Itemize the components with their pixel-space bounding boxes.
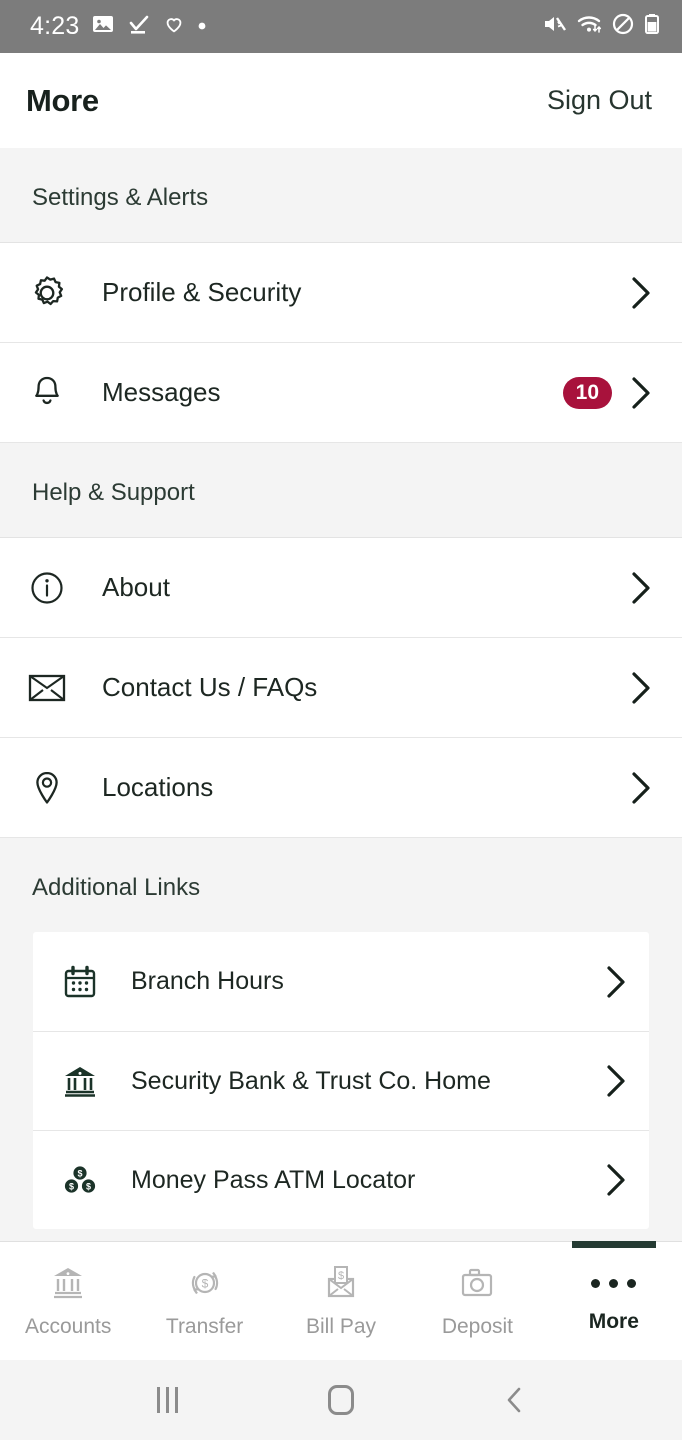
list-item-atm-locator[interactable]: $ $ $ Money Pass ATM Locator: [33, 1130, 649, 1229]
status-bar-left: 4:23: [30, 12, 207, 41]
coins-dollar-icon: $ $ $: [61, 1161, 113, 1199]
list-item-profile-security[interactable]: Profile & Security: [0, 243, 682, 343]
ellipsis-icon: [591, 1268, 637, 1298]
download-complete-icon: [127, 12, 151, 41]
list-item-label: Money Pass ATM Locator: [131, 1165, 416, 1194]
chevron-right-icon: [605, 1163, 627, 1197]
list-item-branch-hours[interactable]: Branch Hours: [33, 932, 649, 1031]
chevron-right-icon: [630, 671, 652, 705]
svg-text:$: $: [201, 1276, 208, 1290]
active-tab-indicator: [571, 1241, 656, 1248]
info-circle-icon: [26, 567, 82, 609]
envelope-icon: [26, 670, 82, 706]
list-item-label: Locations: [102, 772, 214, 802]
tab-more[interactable]: More: [546, 1241, 682, 1360]
tab-transfer[interactable]: $ Transfer: [136, 1242, 272, 1360]
list-item-label: Messages: [102, 377, 221, 407]
additional-links-card: Branch Hours Security Bank & Trust Co. H…: [33, 932, 649, 1229]
bank-icon: [61, 1062, 113, 1100]
chevron-right-icon: [630, 771, 652, 805]
sign-out-button[interactable]: Sign Out: [547, 85, 652, 116]
list-item-label: Contact Us / FAQs: [102, 672, 318, 702]
bell-icon: [26, 372, 82, 414]
envelope-dollar-icon: $: [327, 1266, 355, 1298]
svg-text:$: $: [69, 1182, 74, 1192]
mute-icon: [541, 12, 567, 41]
section-header-settings-alerts: Settings & Alerts: [0, 148, 682, 243]
android-nav-bar: [0, 1360, 682, 1440]
bank-icon: [54, 1268, 83, 1299]
status-bar-right: [541, 12, 660, 41]
list-item-label: Security Bank & Trust Co. Home: [131, 1066, 491, 1095]
chevron-right-icon: [630, 276, 652, 310]
tab-label: Accounts: [25, 1315, 112, 1338]
map-pin-icon: [26, 767, 82, 809]
page-title: More: [26, 82, 99, 118]
tab-label: Transfer: [165, 1315, 244, 1338]
svg-text:$: $: [86, 1182, 91, 1192]
svg-text:$: $: [338, 1270, 344, 1282]
list-item-bank-home[interactable]: Security Bank & Trust Co. Home: [33, 1031, 649, 1130]
svg-text:$: $: [77, 1169, 82, 1179]
chevron-right-icon: [630, 376, 652, 410]
status-bar-clock: 4:23: [30, 12, 80, 40]
wifi-icon: [576, 12, 602, 41]
bottom-tab-bar: Accounts $ Transfer $ Bill Pay Deposit M…: [0, 1241, 682, 1360]
list-item-locations[interactable]: Locations: [0, 738, 682, 838]
list-item-label: Branch Hours: [131, 967, 284, 995]
image-icon: [91, 12, 115, 41]
app-header: More Sign Out: [0, 53, 682, 148]
main-content: Settings & Alerts Profile & Security Mes…: [0, 148, 682, 1241]
section-header-help-support: Help & Support: [0, 443, 682, 538]
battery-icon: [644, 12, 660, 41]
recents-icon[interactable]: [137, 1370, 197, 1430]
heart-icon: [163, 13, 185, 40]
section-header-additional-links: Additional Links: [0, 838, 682, 932]
list-item-label: About: [102, 572, 170, 602]
status-bar: 4:23: [0, 0, 682, 53]
tab-label: Deposit: [441, 1315, 514, 1338]
tab-accounts[interactable]: Accounts: [0, 1242, 136, 1360]
status-badge: 10: [562, 376, 612, 409]
chevron-right-icon: [630, 571, 652, 605]
tab-label: Bill Pay: [306, 1315, 377, 1338]
gear-icon: [26, 272, 82, 314]
back-icon[interactable]: [485, 1370, 545, 1430]
transfer-circle-dollar-icon: $: [191, 1271, 218, 1295]
camera-icon: [462, 1268, 493, 1297]
chevron-right-icon: [605, 1064, 627, 1098]
list-item-about[interactable]: About: [0, 538, 682, 638]
list-item-label: Profile & Security: [102, 277, 302, 307]
list-item-messages[interactable]: Messages 10: [0, 343, 682, 443]
do-not-disturb-icon: [611, 12, 635, 41]
tab-label: More: [588, 1310, 639, 1333]
tab-deposit[interactable]: Deposit: [409, 1242, 545, 1360]
dot-icon: [197, 18, 207, 36]
list-item-contact-us-faqs[interactable]: Contact Us / FAQs: [0, 638, 682, 738]
home-icon[interactable]: [311, 1370, 371, 1430]
tab-bill-pay[interactable]: $ Bill Pay: [273, 1242, 409, 1360]
chevron-right-icon: [605, 965, 627, 999]
calendar-icon: [61, 963, 113, 1001]
